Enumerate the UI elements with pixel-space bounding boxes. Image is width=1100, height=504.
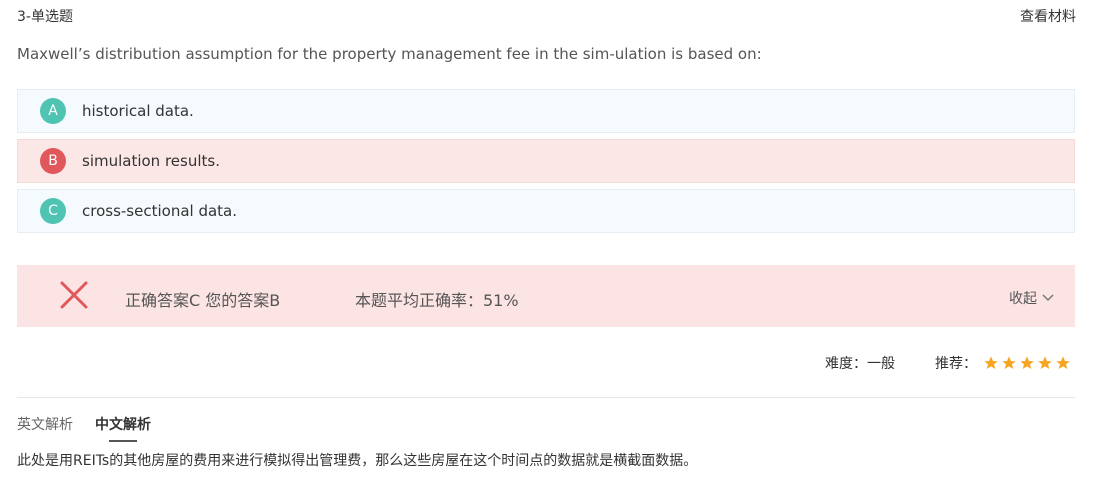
option-letter-c: C (40, 198, 66, 224)
recommend-rating: 推荐： (935, 353, 1073, 373)
cross-icon (60, 281, 88, 309)
question-text: Maxwell’s distribution assumption for th… (17, 45, 762, 63)
option-text-a: historical data. (82, 102, 194, 120)
star-icon (1038, 356, 1052, 369)
analysis-tabs: 英文解析 中文解析 (17, 414, 173, 442)
option-a[interactable]: A historical data. (17, 89, 1075, 133)
tab-chinese-analysis[interactable]: 中文解析 (95, 414, 151, 442)
difficulty-label: 难度：一般 (825, 356, 895, 372)
option-text-b: simulation results. (82, 152, 220, 170)
option-letter-a: A (40, 98, 66, 124)
explanation-text: 此处是用REITs的其他房屋的费用来进行模拟得出管理费，那么这些房屋在这个时间点… (17, 453, 698, 469)
star-rating (983, 355, 1073, 371)
answer-summary: 正确答案C 您的答案B (125, 291, 281, 310)
tab-english-analysis[interactable]: 英文解析 (17, 414, 73, 440)
collapse-button[interactable]: 收起 (1009, 288, 1055, 308)
option-letter-b: B (40, 148, 66, 174)
recommend-label: 推荐： (935, 356, 977, 372)
average-rate: 本题平均正确率：51% (355, 291, 519, 310)
star-icon (984, 356, 998, 369)
star-icon (1056, 356, 1070, 369)
star-icon (1002, 356, 1016, 369)
collapse-label: 收起 (1009, 291, 1037, 307)
option-text-c: cross-sectional data. (82, 202, 238, 220)
divider (17, 397, 1075, 398)
star-icon (1020, 356, 1034, 369)
question-type: 3-单选题 (17, 9, 73, 25)
view-material-link[interactable]: 查看材料 (1020, 6, 1076, 26)
option-c[interactable]: C cross-sectional data. (17, 189, 1075, 233)
chevron-down-icon (1042, 294, 1054, 302)
result-panel: 正确答案C 您的答案B 本题平均正确率：51% 收起 (17, 265, 1075, 327)
option-b[interactable]: B simulation results. (17, 139, 1075, 183)
